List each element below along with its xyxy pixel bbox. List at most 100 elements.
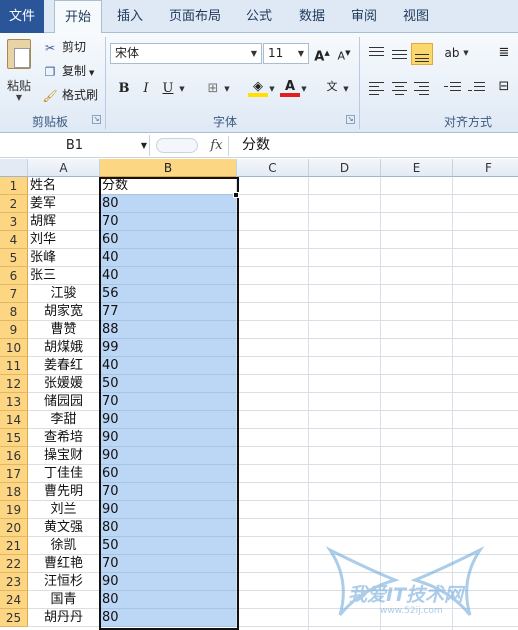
chevron-down-icon[interactable]: ▼ — [462, 43, 470, 63]
cell-a[interactable]: 张峰 — [28, 249, 100, 267]
formula-input[interactable]: 分数 — [242, 134, 270, 157]
cell-a[interactable]: 丁佳佳 — [28, 465, 100, 483]
cell-b[interactable]: 70 — [100, 483, 237, 501]
merge-center-icon[interactable]: ⊟ — [494, 77, 514, 97]
cell-a[interactable]: 胡家宽 — [28, 303, 100, 321]
cell-b[interactable]: 77 — [100, 303, 237, 321]
dialog-launcher-icon[interactable]: ↘ — [346, 115, 355, 124]
fill-color-icon[interactable]: ◈ — [248, 77, 268, 97]
row-header[interactable]: 16 — [0, 447, 28, 465]
chevron-down-icon[interactable]: ▼ — [294, 44, 308, 63]
cell-b[interactable]: 80 — [100, 195, 237, 213]
chevron-down-icon[interactable]: ▼ — [300, 79, 308, 99]
cell-a[interactable]: 曹先明 — [28, 483, 100, 501]
paste-button[interactable]: 粘贴 ▼ — [4, 37, 34, 107]
cell-b[interactable]: 50 — [100, 537, 237, 555]
row-header[interactable]: 11 — [0, 357, 28, 375]
row-header[interactable]: 3 — [0, 213, 28, 231]
align-top-button[interactable] — [366, 43, 388, 65]
column-header-e[interactable]: E — [381, 159, 453, 177]
row-header[interactable]: 15 — [0, 429, 28, 447]
cell-b[interactable]: 60 — [100, 465, 237, 483]
font-size-combo[interactable]: 11 ▼ — [263, 43, 309, 64]
font-name-combo[interactable]: 宋体 ▼ — [110, 43, 262, 64]
font-color-icon[interactable]: A — [280, 77, 300, 97]
column-header-c[interactable]: C — [237, 159, 309, 177]
select-all-corner[interactable] — [0, 159, 28, 177]
tab-data[interactable]: 数据 — [290, 0, 334, 33]
column-header-b[interactable]: B — [100, 159, 237, 177]
cell-a[interactable]: 姜春红 — [28, 357, 100, 375]
row-header[interactable]: 25 — [0, 609, 28, 627]
cell-a[interactable]: 张三 — [28, 267, 100, 285]
tab-view[interactable]: 视图 — [394, 0, 438, 33]
chevron-down-icon[interactable]: ▼ — [268, 79, 276, 99]
row-header[interactable]: 6 — [0, 267, 28, 285]
cell-b[interactable]: 50 — [100, 375, 237, 393]
cell-a[interactable]: 姜军 — [28, 195, 100, 213]
row-header[interactable]: 24 — [0, 591, 28, 609]
cell-a[interactable]: 李甜 — [28, 411, 100, 429]
cell-b[interactable]: 70 — [100, 555, 237, 573]
chevron-down-icon[interactable]: ▼ — [89, 69, 94, 77]
chevron-down-icon[interactable]: ▼ — [223, 79, 231, 99]
dialog-launcher-icon[interactable]: ↘ — [92, 115, 101, 124]
cell-b[interactable]: 90 — [100, 411, 237, 429]
insert-function-icon[interactable]: fx — [205, 136, 229, 156]
tab-file[interactable]: 文件 — [0, 0, 44, 33]
row-header[interactable]: 22 — [0, 555, 28, 573]
cell-a[interactable]: 姓名 — [28, 177, 100, 195]
cell-b[interactable]: 90 — [100, 447, 237, 465]
row-header[interactable]: 19 — [0, 501, 28, 519]
italic-button[interactable]: I — [136, 79, 156, 99]
tab-insert[interactable]: 插入 — [108, 0, 152, 33]
cut-button[interactable]: ✂ 剪切 — [42, 37, 86, 57]
cell-b[interactable]: 40 — [100, 249, 237, 267]
row-header[interactable]: 17 — [0, 465, 28, 483]
tab-review[interactable]: 审阅 — [342, 0, 386, 33]
column-header-a[interactable]: A — [28, 159, 100, 177]
cell-b[interactable]: 56 — [100, 285, 237, 303]
row-header[interactable]: 4 — [0, 231, 28, 249]
row-header[interactable]: 13 — [0, 393, 28, 411]
tab-formulas[interactable]: 公式 — [236, 0, 282, 33]
align-left-button[interactable] — [366, 77, 388, 99]
row-header[interactable]: 21 — [0, 537, 28, 555]
cell-a[interactable]: 曹赞 — [28, 321, 100, 339]
cell-b[interactable]: 分数 — [100, 177, 237, 195]
cell-a[interactable]: 储园园 — [28, 393, 100, 411]
row-header[interactable]: 2 — [0, 195, 28, 213]
cell-a[interactable]: 徐凯 — [28, 537, 100, 555]
cell-a[interactable]: 胡丹丹 — [28, 609, 100, 627]
row-header[interactable]: 20 — [0, 519, 28, 537]
row-header[interactable]: 12 — [0, 375, 28, 393]
chevron-down-icon[interactable]: ▼ — [178, 79, 186, 99]
cell-b[interactable]: 70 — [100, 393, 237, 411]
cell-a[interactable]: 刘华 — [28, 231, 100, 249]
cell-b[interactable]: 90 — [100, 501, 237, 519]
chevron-down-icon[interactable]: ▼ — [141, 135, 147, 156]
border-icon[interactable]: ⊞ — [203, 79, 223, 99]
shrink-font-icon[interactable]: A▼ — [334, 43, 354, 63]
column-header-d[interactable]: D — [309, 159, 381, 177]
formula-bar-splitter[interactable] — [156, 138, 198, 153]
chevron-down-icon[interactable]: ▼ — [247, 44, 261, 63]
cell-b[interactable]: 80 — [100, 591, 237, 609]
cell-b[interactable]: 40 — [100, 267, 237, 285]
cell-b[interactable]: 99 — [100, 339, 237, 357]
name-box[interactable]: B1 ▼ — [0, 135, 150, 156]
row-header[interactable]: 23 — [0, 573, 28, 591]
row-header[interactable]: 18 — [0, 483, 28, 501]
cell-a[interactable]: 黄文强 — [28, 519, 100, 537]
cell-a[interactable]: 张媛媛 — [28, 375, 100, 393]
wrap-text-icon[interactable]: ≣ — [494, 43, 514, 63]
cell-b[interactable]: 80 — [100, 609, 237, 627]
orientation-icon[interactable]: ab — [442, 43, 462, 63]
cell-b[interactable]: 70 — [100, 213, 237, 231]
fill-handle[interactable] — [233, 192, 239, 198]
grow-font-icon[interactable]: A▲ — [312, 43, 332, 64]
cell-a[interactable]: 江骏 — [28, 285, 100, 303]
cell-b[interactable]: 90 — [100, 429, 237, 447]
chevron-down-icon[interactable]: ▼ — [4, 93, 34, 102]
cell-b[interactable]: 60 — [100, 231, 237, 249]
